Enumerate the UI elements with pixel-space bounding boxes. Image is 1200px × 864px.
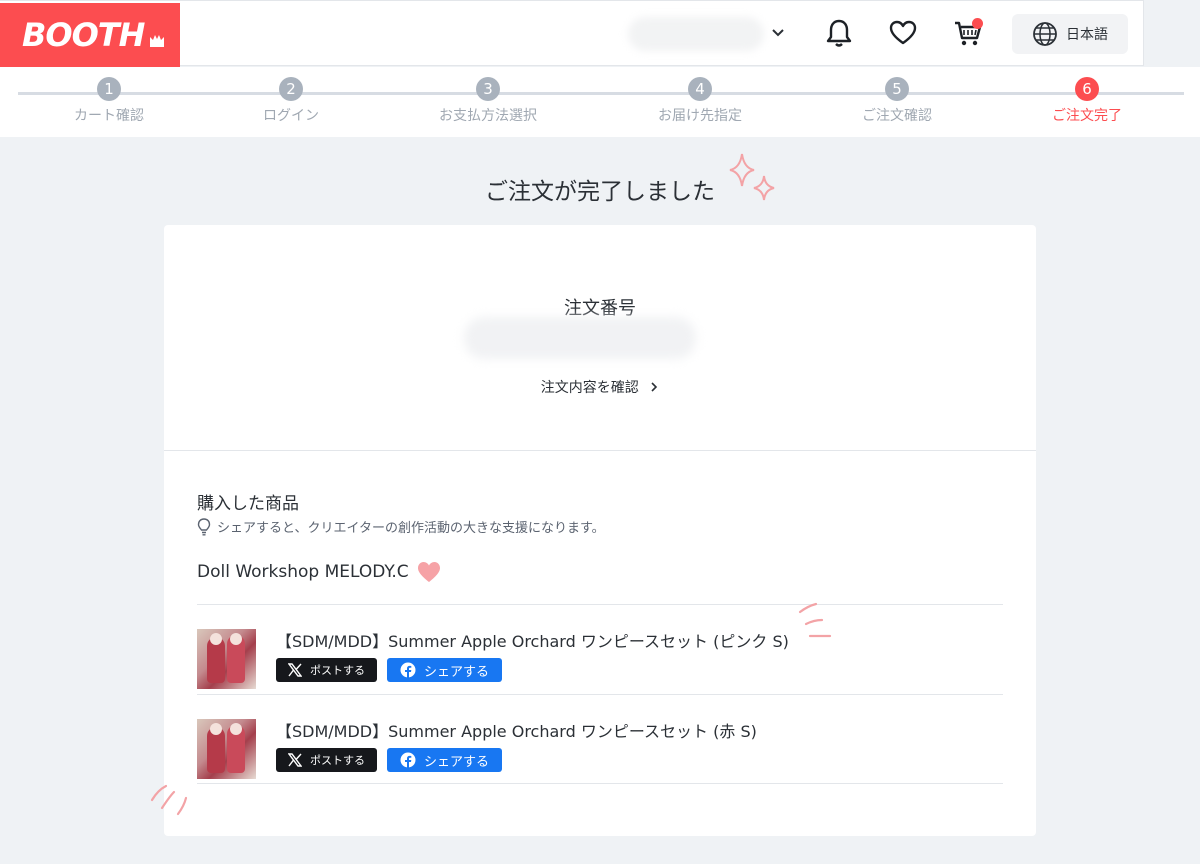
step-payment-method: 3 お支払方法選択 <box>413 77 563 125</box>
step-label: カート確認 <box>74 108 144 124</box>
decorative-strokes-icon <box>798 602 832 638</box>
logo-cat-icon <box>150 35 165 47</box>
globe-icon <box>1033 22 1057 46</box>
step-number: 6 <box>1075 77 1099 101</box>
site-header: BOOTH 日本語 <box>0 0 1144 67</box>
bell-icon[interactable] <box>821 15 857 51</box>
decorative-strokes-icon <box>150 784 188 816</box>
step-label: お届け先指定 <box>658 108 742 124</box>
chevron-down-icon[interactable] <box>768 23 788 43</box>
language-button[interactable]: 日本語 <box>1012 14 1128 54</box>
step-label: ご注文確認 <box>862 108 932 124</box>
cart-icon[interactable] <box>950 15 986 51</box>
lightbulb-icon <box>197 517 211 535</box>
order-complete-card: 注文番号 注文内容を確認 購入した商品 シェアすると、クリエイターの創作活動の大… <box>164 225 1036 836</box>
share-hint: シェアすると、クリエイターの創作活動の大きな支援になります。 <box>197 517 605 536</box>
page-title: ご注文が完了しました <box>485 179 715 205</box>
step-number: 4 <box>688 77 712 101</box>
list-item: 【SDM/MDD】Summer Apple Orchard ワンピースセット (… <box>197 694 1003 784</box>
x-logo-icon <box>288 663 302 677</box>
order-number-redacted <box>464 317 696 359</box>
purchased-items-list: 【SDM/MDD】Summer Apple Orchard ワンピースセット (… <box>197 604 1003 784</box>
facebook-share-button[interactable]: シェアする <box>387 658 502 682</box>
checkout-steps: 1 カート確認 2 ログイン 3 お支払方法選択 4 お届け先指定 5 ご注文確… <box>0 67 1200 137</box>
x-post-button[interactable]: ポストする <box>276 748 377 772</box>
product-name-link[interactable]: 【SDM/MDD】Summer Apple Orchard ワンピースセット (… <box>276 718 757 742</box>
account-name-redacted[interactable] <box>628 17 764 51</box>
step-label: ログイン <box>263 108 319 124</box>
language-label: 日本語 <box>1066 27 1108 43</box>
x-post-label: ポストする <box>310 664 365 677</box>
shop-name: Doll Workshop MELODY.C <box>197 562 409 582</box>
step-number: 1 <box>97 77 121 101</box>
chevron-right-icon <box>651 382 658 392</box>
step-login: 2 ログイン <box>216 77 366 125</box>
steps-progress-line <box>18 92 1184 95</box>
facebook-logo-icon <box>400 662 416 678</box>
order-details-link-text: 注文内容を確認 <box>540 380 639 396</box>
share-buttons: ポストする シェアする <box>276 748 502 772</box>
step-order-complete: 6 ご注文完了 <box>1012 77 1162 125</box>
cart-notification-dot <box>972 18 983 29</box>
booth-logo[interactable]: BOOTH <box>0 3 180 67</box>
list-item: 【SDM/MDD】Summer Apple Orchard ワンピースセット (… <box>197 604 1003 694</box>
sparkle-icon <box>729 153 775 201</box>
card-divider <box>164 450 1036 451</box>
step-cart-confirm: 1 カート確認 <box>34 77 184 125</box>
x-logo-icon <box>288 753 302 767</box>
product-thumbnail[interactable] <box>197 719 256 779</box>
step-shipping-address: 4 お届け先指定 <box>625 77 775 125</box>
step-label: お支払方法選択 <box>439 108 537 124</box>
heart-filled-icon <box>417 562 440 582</box>
facebook-share-label: シェアする <box>423 664 489 680</box>
step-number: 2 <box>279 77 303 101</box>
facebook-logo-icon <box>400 752 416 768</box>
facebook-share-button[interactable]: シェアする <box>387 748 502 772</box>
step-label: ご注文完了 <box>1052 108 1122 124</box>
logo-text: BOOTH <box>22 16 145 54</box>
product-thumbnail[interactable] <box>197 629 256 689</box>
share-hint-text: シェアすると、クリエイターの創作活動の大きな支援になります。 <box>217 521 605 536</box>
heart-icon[interactable] <box>885 15 921 51</box>
x-post-button[interactable]: ポストする <box>276 658 377 682</box>
step-order-confirm: 5 ご注文確認 <box>822 77 972 125</box>
x-post-label: ポストする <box>310 754 365 767</box>
facebook-share-label: シェアする <box>423 754 489 770</box>
step-number: 3 <box>476 77 500 101</box>
step-number: 5 <box>885 77 909 101</box>
shop-name-link[interactable]: Doll Workshop MELODY.C <box>197 561 441 583</box>
purchased-items-title: 購入した商品 <box>197 494 299 514</box>
share-buttons: ポストする シェアする <box>276 658 502 682</box>
product-name-link[interactable]: 【SDM/MDD】Summer Apple Orchard ワンピースセット (… <box>276 628 789 652</box>
order-details-link[interactable]: 注文内容を確認 <box>164 377 1036 397</box>
